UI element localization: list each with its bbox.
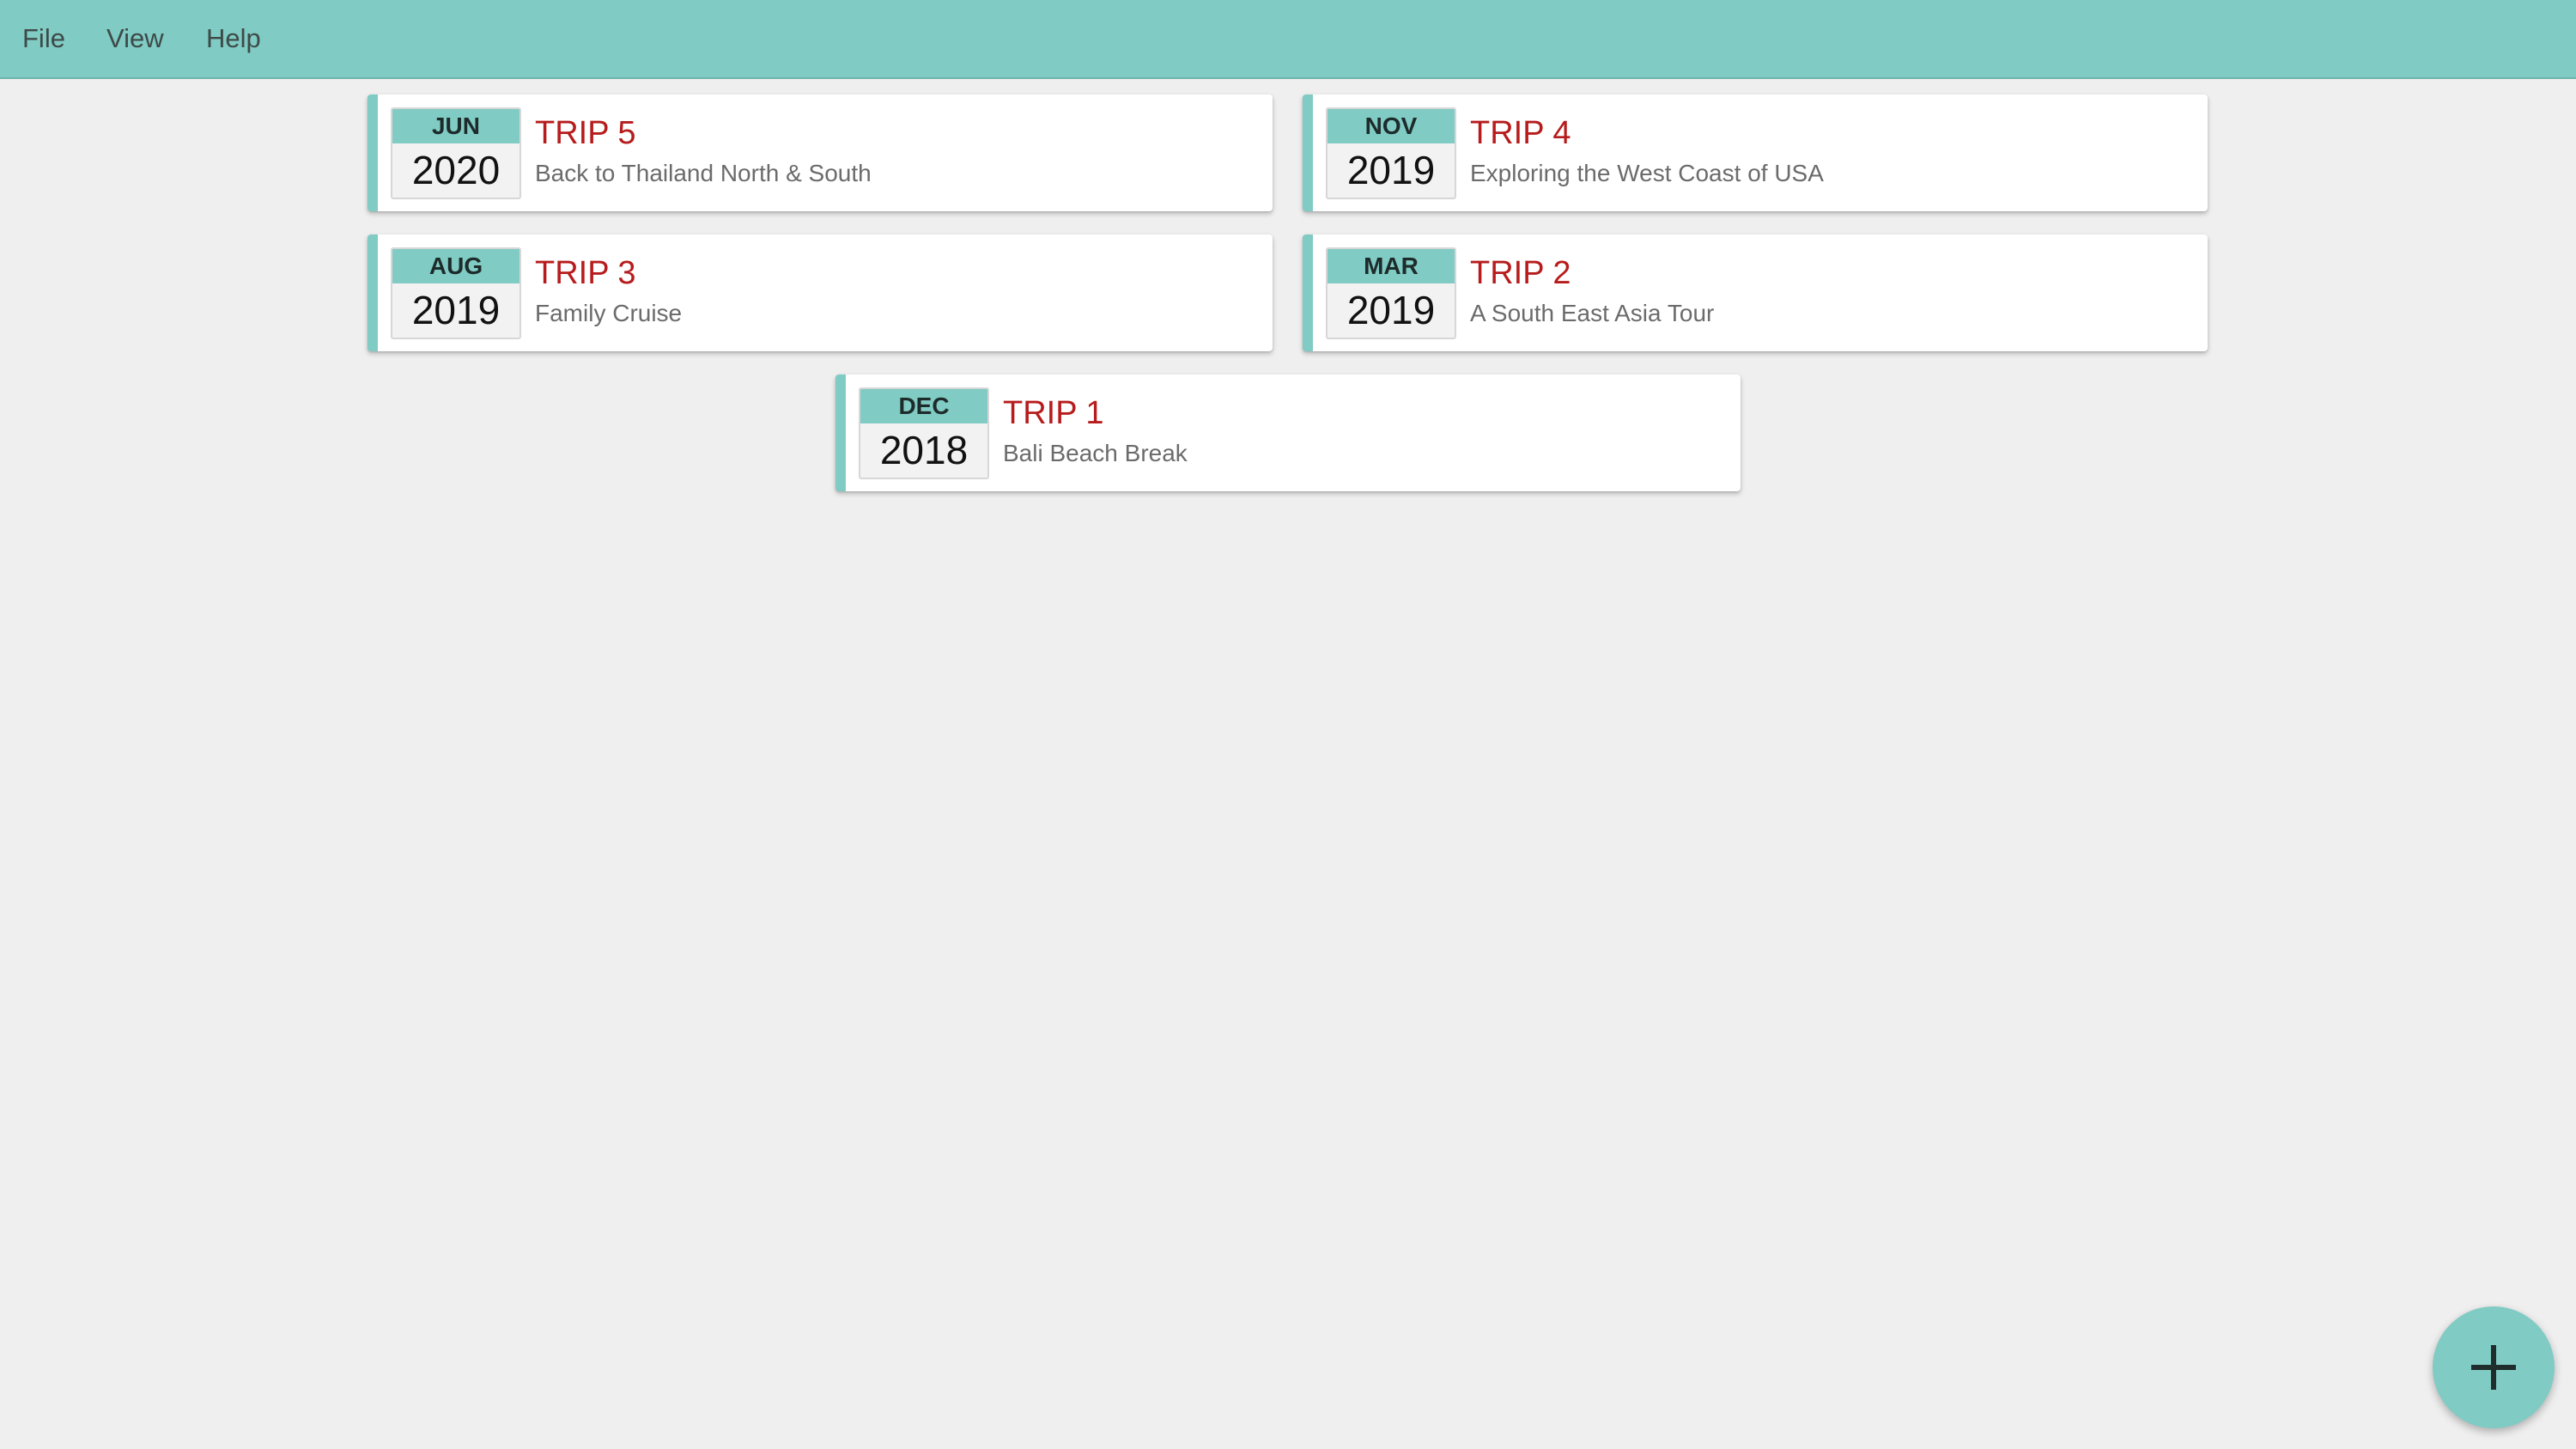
- trip-title: TRIP 1: [1003, 395, 1104, 431]
- trip-subtitle: A South East Asia Tour: [1470, 300, 1715, 326]
- date-badge: AUG 2019: [391, 247, 521, 339]
- date-badge: MAR 2019: [1326, 247, 1456, 339]
- menu-view[interactable]: View: [106, 0, 164, 77]
- trip-card[interactable]: AUG 2019 TRIP 3 Family Cruise: [368, 234, 1273, 351]
- trip-title: TRIP 2: [1470, 255, 1571, 291]
- trip-title: TRIP 5: [535, 115, 636, 151]
- trip-month: JUN: [392, 109, 519, 143]
- trip-card[interactable]: DEC 2018 TRIP 1 Bali Beach Break: [835, 374, 1741, 491]
- trip-month: NOV: [1327, 109, 1455, 143]
- trip-subtitle: Bali Beach Break: [1003, 440, 1188, 466]
- date-badge: NOV 2019: [1326, 107, 1456, 199]
- trip-card[interactable]: NOV 2019 TRIP 4 Exploring the West Coast…: [1303, 94, 2208, 211]
- trip-year: 2018: [879, 428, 969, 472]
- trip-subtitle: Back to Thailand North & South: [535, 160, 872, 186]
- trip-subtitle: Exploring the West Coast of USA: [1470, 160, 1824, 186]
- trip-card[interactable]: JUN 2020 TRIP 5 Back to Thailand North &…: [368, 94, 1273, 211]
- plus-icon: [2471, 1345, 2516, 1390]
- trip-year: 2019: [1346, 288, 1436, 332]
- date-badge: DEC 2018: [859, 387, 989, 479]
- trip-card[interactable]: MAR 2019 TRIP 2 A South East Asia Tour: [1303, 234, 2208, 351]
- add-trip-button[interactable]: [2433, 1306, 2555, 1428]
- trip-title: TRIP 4: [1470, 115, 1571, 151]
- trip-month: DEC: [860, 389, 987, 423]
- trip-year: 2019: [411, 288, 501, 332]
- trip-month: MAR: [1327, 249, 1455, 283]
- trip-title: TRIP 3: [535, 255, 636, 291]
- trip-month: AUG: [392, 249, 519, 283]
- menu-bar: File View Help: [0, 0, 2576, 79]
- date-badge: JUN 2020: [391, 107, 521, 199]
- trip-subtitle: Family Cruise: [535, 300, 683, 326]
- menu-help[interactable]: Help: [206, 0, 261, 77]
- menu-file[interactable]: File: [22, 0, 65, 77]
- trip-year: 2019: [1346, 148, 1436, 192]
- trip-year: 2020: [411, 148, 501, 192]
